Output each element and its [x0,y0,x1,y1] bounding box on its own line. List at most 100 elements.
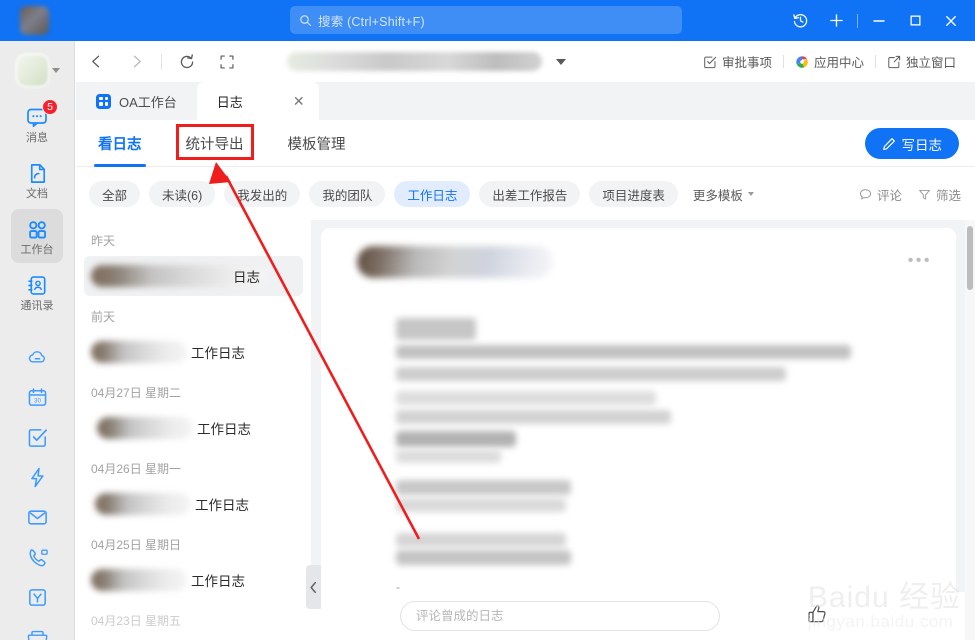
comment-toggle-button[interactable]: 评论 [859,185,902,204]
close-button[interactable] [933,0,969,41]
sidebar-item-label: 通讯录 [20,299,54,312]
forward-button[interactable] [116,41,156,82]
list-item[interactable]: 工作日志 [84,332,303,372]
filter-right-actions: 评论 筛选 [859,185,975,204]
sub-tab-label: 模板管理 [287,136,346,153]
sidebar-mini-cloud[interactable] [11,337,63,377]
sidebar-mini-call[interactable] [11,537,63,577]
nav-action-detach-window[interactable]: 独立窗口 [876,52,967,71]
chip-label: 项目进度表 [602,188,665,203]
write-log-button[interactable]: 写日志 [864,128,959,159]
redacted-author [91,341,187,363]
folder-icon [27,630,47,640]
left-rail: 消息 5 文档 工作台 通讯录 30 [0,41,75,640]
tab-oa-workbench[interactable]: OA工作台 [76,82,197,120]
navigation-bar: 审批事项 应用中心 独立窗口 [76,41,975,82]
nav-action-approval[interactable]: 审批事项 [692,52,783,71]
approval-icon [28,588,46,606]
redacted-author [95,493,191,515]
collapse-list-handle[interactable] [306,565,321,609]
list-item[interactable]: 日志 [84,256,303,296]
sidebar-mini-calendar[interactable]: 30 [11,377,63,417]
list-item[interactable]: 工作日志 [84,408,303,448]
comment-icon [859,188,871,200]
thumbs-up-icon [808,604,826,622]
list-item-title: 日志 [233,270,260,285]
maximize-button[interactable] [897,0,933,41]
write-log-label: 写日志 [901,137,943,153]
fullscreen-button[interactable] [207,41,247,82]
chip-label: 工作日志 [407,188,458,203]
list-item[interactable]: 工作日志 [84,484,303,524]
sidebar-item-contacts[interactable]: 通讯录 [11,265,63,319]
forward-arrow-icon [133,55,141,68]
org-name-redacted[interactable] [287,52,542,71]
chevron-down-icon[interactable] [556,58,566,65]
filter-chip-work-log[interactable]: 工作日志 [394,181,471,207]
close-icon [946,15,956,26]
history-button[interactable] [782,0,818,41]
filter-chip-all[interactable]: 全部 [89,181,141,207]
like-button[interactable] [806,603,828,630]
list-item[interactable]: 工作日志 [84,560,303,600]
list-item-title: 工作日志 [197,422,251,437]
chip-label: 我发出的 [237,188,288,203]
minimize-button[interactable] [861,0,897,41]
sidebar-item-label: 文档 [26,187,48,200]
sidebar-item-label: 工作台 [20,243,54,256]
nav-action-app-center[interactable]: 应用中心 [784,52,875,71]
refresh-button[interactable] [167,41,207,82]
history-icon [792,14,807,28]
tab-logs[interactable]: 日志 ✕ [196,82,319,120]
task-check-icon [28,428,47,447]
avatar[interactable] [17,55,48,86]
redacted-body-line [396,450,501,463]
rail-profile[interactable] [0,41,74,97]
sidebar-mini-approval[interactable] [11,577,63,617]
filter-chip-project-progress[interactable]: 项目进度表 [589,181,678,207]
filter-funnel-icon [919,189,930,200]
redacted-body-line [396,367,786,381]
search-placeholder-text: 搜索 (Ctrl+Shift+F) [318,14,425,29]
back-button[interactable] [76,41,116,82]
app-window: 搜索 (Ctrl+Shift+F) 消息 5 文档 工作台 通讯录 30 审批事… [0,0,975,640]
close-icon[interactable]: ✕ [293,94,305,108]
sidebar-item-label: 消息 [26,131,48,144]
tab-template-management[interactable]: 模板管理 [266,120,368,167]
nav-separator [161,54,162,69]
log-more-menu-button[interactable]: ••• [908,252,932,270]
sidebar-mini-folder[interactable] [11,617,63,640]
titlebar-avatar[interactable] [20,6,49,35]
tab-view-logs[interactable]: 看日志 [76,120,164,167]
contacts-icon [26,273,49,298]
list-item-title: 工作日志 [195,498,249,513]
tab-statistics-export[interactable]: 统计导出 [164,120,266,167]
filter-chip-business-trip-report[interactable]: 出差工作报告 [479,181,581,207]
sidebar-mini-tasks[interactable] [11,417,63,457]
filter-chip-unread[interactable]: 未读(6) [149,181,216,207]
filter-chip-more-templates[interactable]: 更多模板 [687,181,767,207]
fullscreen-icon [220,54,234,69]
filter-chip-sent-by-me[interactable]: 我发出的 [224,181,301,207]
comment-input[interactable] [400,601,720,631]
redacted-body-line [396,345,851,359]
scrollbar-thumb[interactable] [967,226,973,290]
sidebar-mini-mail[interactable] [11,497,63,537]
list-group-header: 04月25日 星期日 [91,538,182,552]
redacted-body-line [396,318,476,340]
nav-action-label: 应用中心 [813,56,864,70]
filter-chip-my-team[interactable]: 我的团队 [309,181,386,207]
sidebar-mini-automation[interactable] [11,457,63,497]
chevron-down-icon[interactable] [52,68,60,73]
approval-check-icon [704,56,717,68]
comment-bar [311,592,975,640]
search-icon [300,14,311,26]
new-window-button[interactable] [818,0,854,41]
sidebar-item-documents[interactable]: 文档 [11,153,63,207]
global-search-box[interactable]: 搜索 (Ctrl+Shift+F) [290,6,682,34]
filter-button[interactable]: 筛选 [918,185,961,204]
sidebar-item-workbench[interactable]: 工作台 [11,209,63,263]
sidebar-item-messages[interactable]: 消息 5 [11,97,63,151]
window-controls [782,0,969,41]
log-list-pane[interactable]: 昨天 日志 前天 工作日志 04月27日 星期二 工作日志 04月26日 星期一… [76,220,311,640]
